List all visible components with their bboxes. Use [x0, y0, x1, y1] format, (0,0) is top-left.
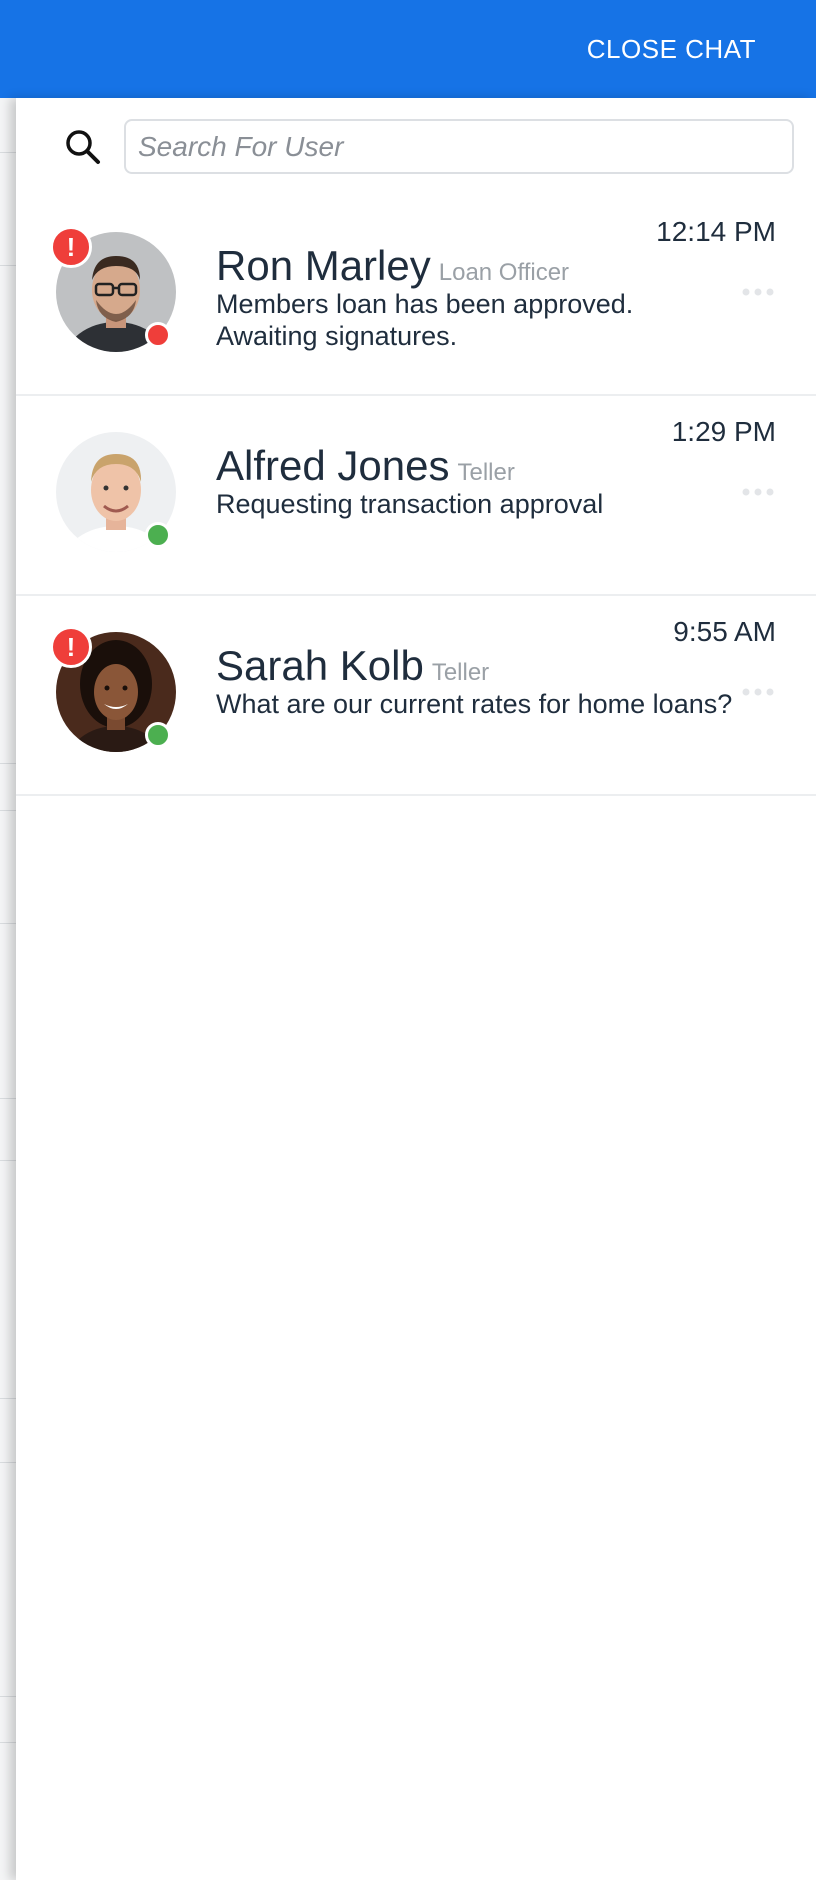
message-preview: Requesting transaction approval [216, 489, 604, 519]
message-preview: Members loan has been approved. Awaiting… [216, 289, 634, 351]
contact-role: Teller [431, 659, 490, 686]
chat-list-item[interactable]: ! Sarah Kolb Teller What are our current … [16, 596, 816, 796]
status-indicator-online [145, 522, 171, 548]
message-time: 12:14 PM [656, 216, 776, 247]
alert-badge: ! [50, 226, 92, 268]
more-options-icon[interactable] [740, 486, 776, 498]
more-options-icon[interactable] [740, 286, 776, 298]
close-chat-button[interactable]: CLOSE CHAT [587, 34, 756, 65]
chat-screen: CLOSE CHAT Search For User ! Ron Marley … [0, 0, 816, 1880]
contact-name: Sarah Kolb [216, 642, 424, 689]
contact-role: Teller [457, 459, 515, 486]
chat-header-bar: CLOSE CHAT [0, 0, 816, 98]
alert-badge: ! [50, 626, 92, 668]
message-preview: What are our current rates for home loan… [216, 689, 733, 719]
status-indicator-busy [145, 322, 171, 348]
chat-list-item[interactable]: Alfred Jones Teller Requesting transactio… [16, 396, 816, 596]
contact-role: Loan Officer [438, 259, 570, 286]
message-time: 9:55 AM [673, 616, 776, 647]
chat-list-item[interactable]: ! Ron Marley Loan Officer Members loan ha… [16, 196, 816, 396]
search-user-input[interactable] [124, 119, 794, 174]
search-row [16, 98, 816, 196]
chat-list: ! Ron Marley Loan Officer Members loan ha… [16, 196, 816, 796]
status-indicator-online [145, 722, 171, 748]
more-options-icon[interactable] [740, 686, 776, 698]
name-line: Sarah Kolb Teller [216, 642, 489, 690]
name-line: Ron Marley Loan Officer [216, 242, 569, 290]
name-line: Alfred Jones Teller [216, 442, 515, 490]
contact-name: Alfred Jones [216, 442, 450, 489]
contact-name: Ron Marley [216, 242, 431, 289]
search-icon[interactable] [62, 126, 104, 168]
message-time: 1:29 PM [671, 416, 776, 447]
chat-panel: ! Ron Marley Loan Officer Members loan ha… [16, 98, 816, 1880]
